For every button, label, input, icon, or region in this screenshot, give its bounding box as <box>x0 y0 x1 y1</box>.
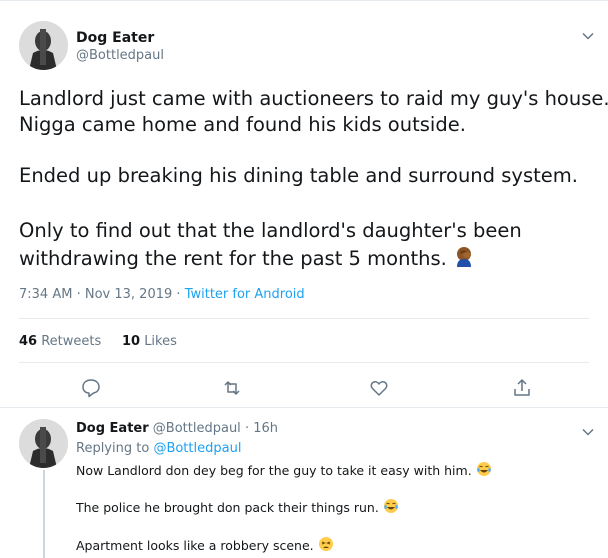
tweet-text-line: Ended up breaking his dining table and s… <box>19 164 578 187</box>
likes-stat[interactable]: 10 Likes <box>122 334 177 349</box>
reply-age[interactable]: 16h <box>253 421 278 436</box>
author-handle[interactable]: @Bottledpaul <box>76 48 164 63</box>
tweet-time[interactable]: 7:34 AM <box>19 287 72 302</box>
reply-author-handle[interactable]: @Bottledpaul <box>153 421 241 436</box>
reply-text-line: Apartment looks like a robbery scene. <box>76 538 314 553</box>
reply-text-line-wrap: The police he brought don pack their thi… <box>76 498 399 515</box>
reply-text-line-wrap: Apartment looks like a robbery scene. <box>76 536 334 553</box>
meta-separator: · <box>176 287 181 302</box>
tweet-stats: 46 Retweets 10 Likes <box>19 334 177 349</box>
reply-text-line: The police he brought don pack their thi… <box>76 500 379 515</box>
tears-of-joy-emoji-icon <box>476 462 491 476</box>
replying-prefix: Replying to <box>76 441 150 456</box>
tweet-source-link[interactable]: Twitter for Android <box>185 287 305 302</box>
replying-mention-link[interactable]: @Bottledpaul <box>153 441 241 456</box>
retweets-label: Retweets <box>41 334 102 349</box>
reply-icon[interactable] <box>80 377 102 399</box>
tweet-text-line: Landlord just came with auctioneers to r… <box>19 87 608 110</box>
reply-avatar[interactable] <box>19 419 68 468</box>
reply-header: Dog Eater @Bottledpaul · 16h <box>76 421 278 436</box>
main-tweet: Dog Eater @Bottledpaul Landlord just cam… <box>0 0 608 408</box>
likes-label: Likes <box>144 334 177 349</box>
author-name[interactable]: Dog Eater <box>76 30 154 46</box>
reply-text-line: Now Landlord don dey beg for the guy to … <box>76 463 472 478</box>
reply-author-name[interactable]: Dog Eater <box>76 421 149 436</box>
reply-text-line-wrap: Now Landlord don dey beg for the guy to … <box>76 461 492 478</box>
avatar[interactable] <box>19 21 68 70</box>
tears-of-joy-emoji-icon <box>383 499 398 513</box>
tired-face-emoji-icon <box>318 537 333 551</box>
thread-line <box>43 470 45 558</box>
retweet-icon[interactable] <box>221 377 243 399</box>
tweet-meta: 7:34 AM · Nov 13, 2019 · Twitter for And… <box>19 287 305 302</box>
like-icon[interactable] <box>368 377 390 399</box>
meta-separator: · <box>244 421 250 436</box>
tweet-text-line: withdrawing the rent for the past 5 mont… <box>19 247 447 270</box>
retweets-stat[interactable]: 46 Retweets <box>19 334 101 349</box>
tweet-date[interactable]: Nov 13, 2019 <box>85 287 172 302</box>
tweet-text-line-last: withdrawing the rent for the past 5 mont… <box>19 245 475 272</box>
tweet-text-line: Nigga came home and found his kids outsi… <box>19 113 466 136</box>
likes-count: 10 <box>121 334 141 349</box>
share-icon[interactable] <box>511 377 533 399</box>
divider <box>19 362 589 363</box>
chevron-down-icon[interactable] <box>581 425 595 439</box>
tweet-text-line: Only to find out that the landlord's dau… <box>19 219 522 242</box>
meta-separator: · <box>76 287 81 302</box>
divider <box>19 318 589 319</box>
retweets-count: 46 <box>19 334 38 349</box>
facepalm-emoji-icon <box>457 247 472 267</box>
replying-to: Replying to @Bottledpaul <box>76 441 241 456</box>
chevron-down-icon[interactable] <box>581 29 595 43</box>
